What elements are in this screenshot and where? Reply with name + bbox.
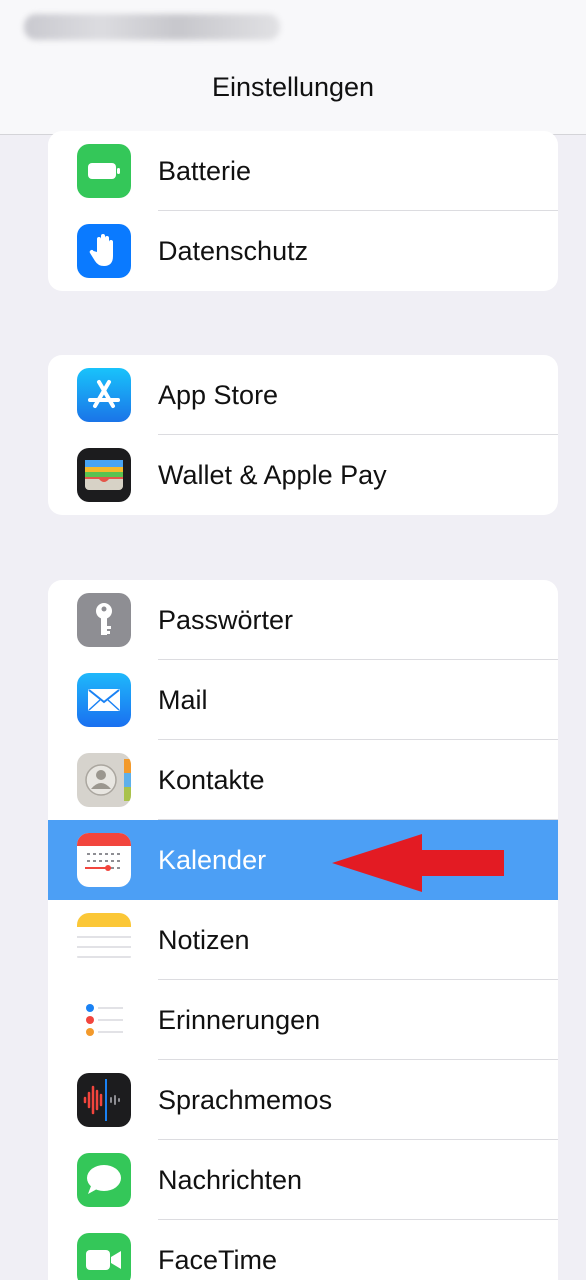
settings-row-label: Batterie — [158, 156, 252, 186]
navigation-bar: Einstellungen — [0, 50, 586, 135]
settings-row-label: Passwörter — [158, 605, 294, 635]
settings-row-label: Nachrichten — [158, 1165, 303, 1195]
voice-memos-icon — [77, 1073, 131, 1127]
facetime-icon — [77, 1233, 131, 1280]
red-arrow-icon — [332, 834, 504, 892]
settings-row-label: Sprachmemos — [158, 1085, 333, 1115]
settings-group-store: App Store Wallet & Apple Pay — [48, 355, 558, 515]
page-title: Einstellungen — [211, 72, 375, 102]
settings-row-notizen[interactable]: Notizen — [48, 900, 558, 980]
settings-row-passwoerter[interactable]: Passwörter — [48, 580, 558, 660]
reminders-icon — [77, 993, 131, 1047]
settings-row-facetime[interactable]: FaceTime — [48, 1220, 558, 1280]
calendar-icon — [77, 833, 131, 887]
settings-row-kontakte[interactable]: Kontakte — [48, 740, 558, 820]
settings-group-apps: Passwörter Mail Kontakte Kalender Notize… — [48, 580, 558, 1280]
settings-row-label: Mail — [158, 685, 208, 715]
settings-row-label: App Store — [158, 380, 279, 410]
settings-row-label: FaceTime — [158, 1245, 278, 1275]
settings-row-mail[interactable]: Mail — [48, 660, 558, 740]
settings-row-label: Kalender — [158, 845, 267, 875]
wallet-icon — [77, 448, 131, 502]
status-bar — [0, 0, 586, 50]
settings-row-batterie[interactable]: Batterie — [48, 131, 558, 211]
settings-row-label: Erinnerungen — [158, 1005, 321, 1035]
battery-icon — [77, 144, 131, 198]
key-icon — [77, 593, 131, 647]
settings-row-wallet[interactable]: Wallet & Apple Pay — [48, 435, 558, 515]
notes-icon — [77, 913, 131, 967]
settings-row-label: Notizen — [158, 925, 250, 955]
settings-row-label: Kontakte — [158, 765, 265, 795]
app-store-icon — [77, 368, 131, 422]
blurred-status-text — [24, 14, 280, 40]
settings-row-nachrichten[interactable]: Nachrichten — [48, 1140, 558, 1220]
hand-icon — [77, 224, 131, 278]
settings-row-label: Datenschutz — [158, 236, 309, 266]
contacts-icon — [77, 753, 131, 807]
settings-group-system: Batterie Datenschutz — [48, 131, 558, 291]
settings-row-datenschutz[interactable]: Datenschutz — [48, 211, 558, 291]
mail-icon — [77, 673, 131, 727]
messages-icon — [77, 1153, 131, 1207]
settings-row-sprachmemos[interactable]: Sprachmemos — [48, 1060, 558, 1140]
settings-row-label: Wallet & Apple Pay — [158, 460, 387, 490]
settings-row-app-store[interactable]: App Store — [48, 355, 558, 435]
settings-row-erinnerungen[interactable]: Erinnerungen — [48, 980, 558, 1060]
